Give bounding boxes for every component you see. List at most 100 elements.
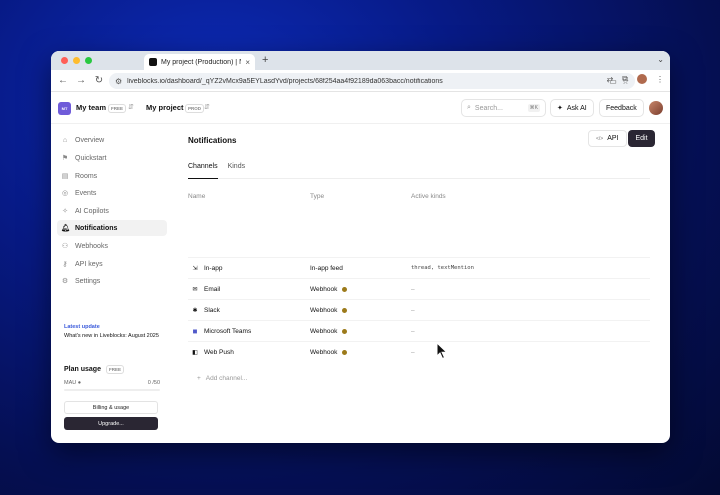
url-text: liveblocks.io/dashboard/_qYZ2vMcx9a5EYLa… [127, 77, 443, 85]
close-window-button[interactable] [61, 57, 68, 64]
sidebar: ⌂ Overview ⚑ Quickstart ▤ Rooms ◎ Events… [51, 124, 176, 443]
mau-progress-bar [64, 389, 160, 391]
sidebar-item-quickstart[interactable]: ⚑ Quickstart [57, 150, 167, 166]
tabs: Channels Kinds [188, 162, 650, 179]
sidebar-item-label: Overview [75, 136, 105, 144]
browser-toolbar: ← → ↻ ⚙ liveblocks.io/dashboard/_qYZ2vMc… [51, 70, 670, 92]
column-header-type: Type [310, 193, 325, 200]
main-content: Notifications </> API Edit Channels Kind… [188, 124, 658, 443]
sparkle-icon: ✦ [557, 105, 563, 112]
code-icon: </> [596, 135, 604, 142]
add-channel-label: Add channel... [205, 375, 248, 382]
new-tab-icon[interactable]: + [262, 54, 268, 66]
table-row[interactable]: ✱ Slack Webhook – [188, 299, 650, 320]
project-name[interactable]: My project [146, 103, 184, 112]
translate-icon[interactable]: ⇄ [607, 75, 614, 84]
sidebar-item-label: Rooms [75, 172, 98, 180]
table-row[interactable]: ⇲ In-app In-app feed thread, textMention [188, 257, 650, 278]
api-button[interactable]: </> API [588, 130, 627, 147]
sidebar-item-rooms[interactable]: ▤ Rooms [57, 168, 167, 184]
sidebar-item-overview[interactable]: ⌂ Overview [57, 132, 167, 148]
latest-update-card[interactable]: Latest update What's new in Liveblocks: … [64, 324, 164, 341]
site-info-icon[interactable]: ⚙ [115, 77, 122, 86]
column-header-name: Name [188, 193, 206, 200]
channel-kinds: – [411, 349, 415, 356]
sidebar-item-settings[interactable]: ⚙ Settings [57, 273, 167, 289]
window-controls [61, 57, 92, 64]
mau-label: MAU [64, 380, 77, 386]
address-bar[interactable]: ⚙ liveblocks.io/dashboard/_qYZ2vMcx9a5EY… [109, 73, 635, 89]
maximize-window-button[interactable] [85, 57, 92, 64]
ask-ai-button[interactable]: ✦ Ask AI [550, 99, 594, 117]
upgrade-button[interactable]: Upgrade... [64, 417, 158, 430]
push-icon: ◧ [192, 350, 198, 356]
events-icon: ◎ [61, 190, 69, 197]
channel-kinds: – [411, 307, 415, 314]
channel-name: In-app [204, 265, 223, 272]
inbox-icon: ⇲ [192, 266, 198, 272]
close-tab-icon[interactable]: × [245, 58, 250, 67]
menu-icon[interactable]: ⋮ [656, 75, 664, 84]
forward-icon[interactable]: → [72, 75, 90, 86]
channel-kinds: – [411, 286, 415, 293]
browser-window: My project (Production) | No × + ⌄ ← → ↻… [51, 51, 670, 443]
mau-value: 0 /50 [147, 380, 160, 386]
channel-type: In-app feed [310, 265, 343, 272]
billing-usage-button[interactable]: Billing & usage [64, 401, 158, 414]
minimize-window-button[interactable] [73, 57, 80, 64]
feedback-button[interactable]: Feedback [599, 99, 644, 117]
edit-button[interactable]: Edit [628, 130, 655, 147]
user-avatar[interactable] [649, 101, 663, 115]
search-input[interactable]: ⌕ Search... ⌘K [461, 99, 546, 117]
slack-icon: ✱ [192, 308, 198, 314]
liveblocks-favicon-icon [149, 58, 157, 66]
warning-icon [342, 350, 348, 355]
mail-icon: ✉ [192, 287, 198, 293]
team-avatar[interactable]: MT [58, 102, 71, 115]
sidebar-item-label: API keys [75, 260, 103, 268]
bell-icon: 🔔︎ [61, 225, 70, 232]
reload-icon[interactable]: ↻ [90, 75, 108, 86]
tab-channels[interactable]: Channels [188, 162, 218, 179]
channel-type: Webhook [310, 307, 338, 314]
channel-type: Webhook [310, 349, 338, 356]
add-channel-button[interactable]: + Add channel... [197, 375, 247, 382]
sidebar-item-ai-copilots[interactable]: ✧ AI Copilots [57, 203, 167, 219]
sidebar-item-label: Quickstart [75, 154, 107, 162]
webhook-icon: ⚇ [61, 243, 69, 250]
flag-icon: ⚑ [61, 155, 69, 162]
search-shortcut: ⌘K [527, 104, 540, 112]
table-row[interactable]: ◼ Microsoft Teams Webhook – [188, 320, 650, 341]
ask-ai-label: Ask AI [566, 104, 587, 112]
teams-icon: ◼ [192, 329, 198, 335]
plus-icon: + [197, 375, 201, 382]
sidebar-item-events[interactable]: ◎ Events [57, 185, 167, 201]
chevron-down-icon[interactable]: ⌄ [657, 55, 664, 64]
back-icon[interactable]: ← [54, 75, 72, 86]
table-row[interactable]: ✉ Email Webhook – [188, 278, 650, 299]
search-placeholder: Search... [474, 104, 503, 112]
team-plan-badge: FREE [108, 104, 127, 113]
extensions-icon[interactable]: ⧉ [622, 74, 628, 84]
browser-tab[interactable]: My project (Production) | No × [144, 54, 255, 70]
project-env-badge: PROD [185, 104, 205, 113]
plan-badge: FREE [105, 365, 124, 374]
column-header-active-kinds: Active kinds [411, 193, 446, 200]
team-switcher-icon[interactable]: ⇵ [128, 103, 134, 111]
warning-icon [342, 308, 348, 313]
sidebar-item-webhooks[interactable]: ⚇ Webhooks [57, 238, 167, 254]
team-name[interactable]: My team [76, 103, 106, 112]
home-icon: ⌂ [62, 136, 68, 144]
table-row[interactable]: ◧ Web Push Webhook – [188, 341, 650, 362]
sidebar-item-notifications[interactable]: 🔔︎ Notifications [57, 220, 167, 236]
mouse-cursor-icon [436, 342, 448, 360]
latest-update-label: Latest update [64, 324, 100, 330]
sidebar-item-label: Events [75, 189, 97, 197]
project-switcher-icon[interactable]: ⇵ [204, 103, 210, 111]
sidebar-item-api-keys[interactable]: ⚷ API keys [57, 256, 167, 272]
profile-avatar[interactable] [637, 74, 647, 84]
sidebar-item-label: Settings [75, 277, 101, 285]
api-label: API [607, 135, 619, 142]
tab-kinds[interactable]: Kinds [228, 162, 246, 178]
channel-name: Microsoft Teams [204, 328, 252, 335]
